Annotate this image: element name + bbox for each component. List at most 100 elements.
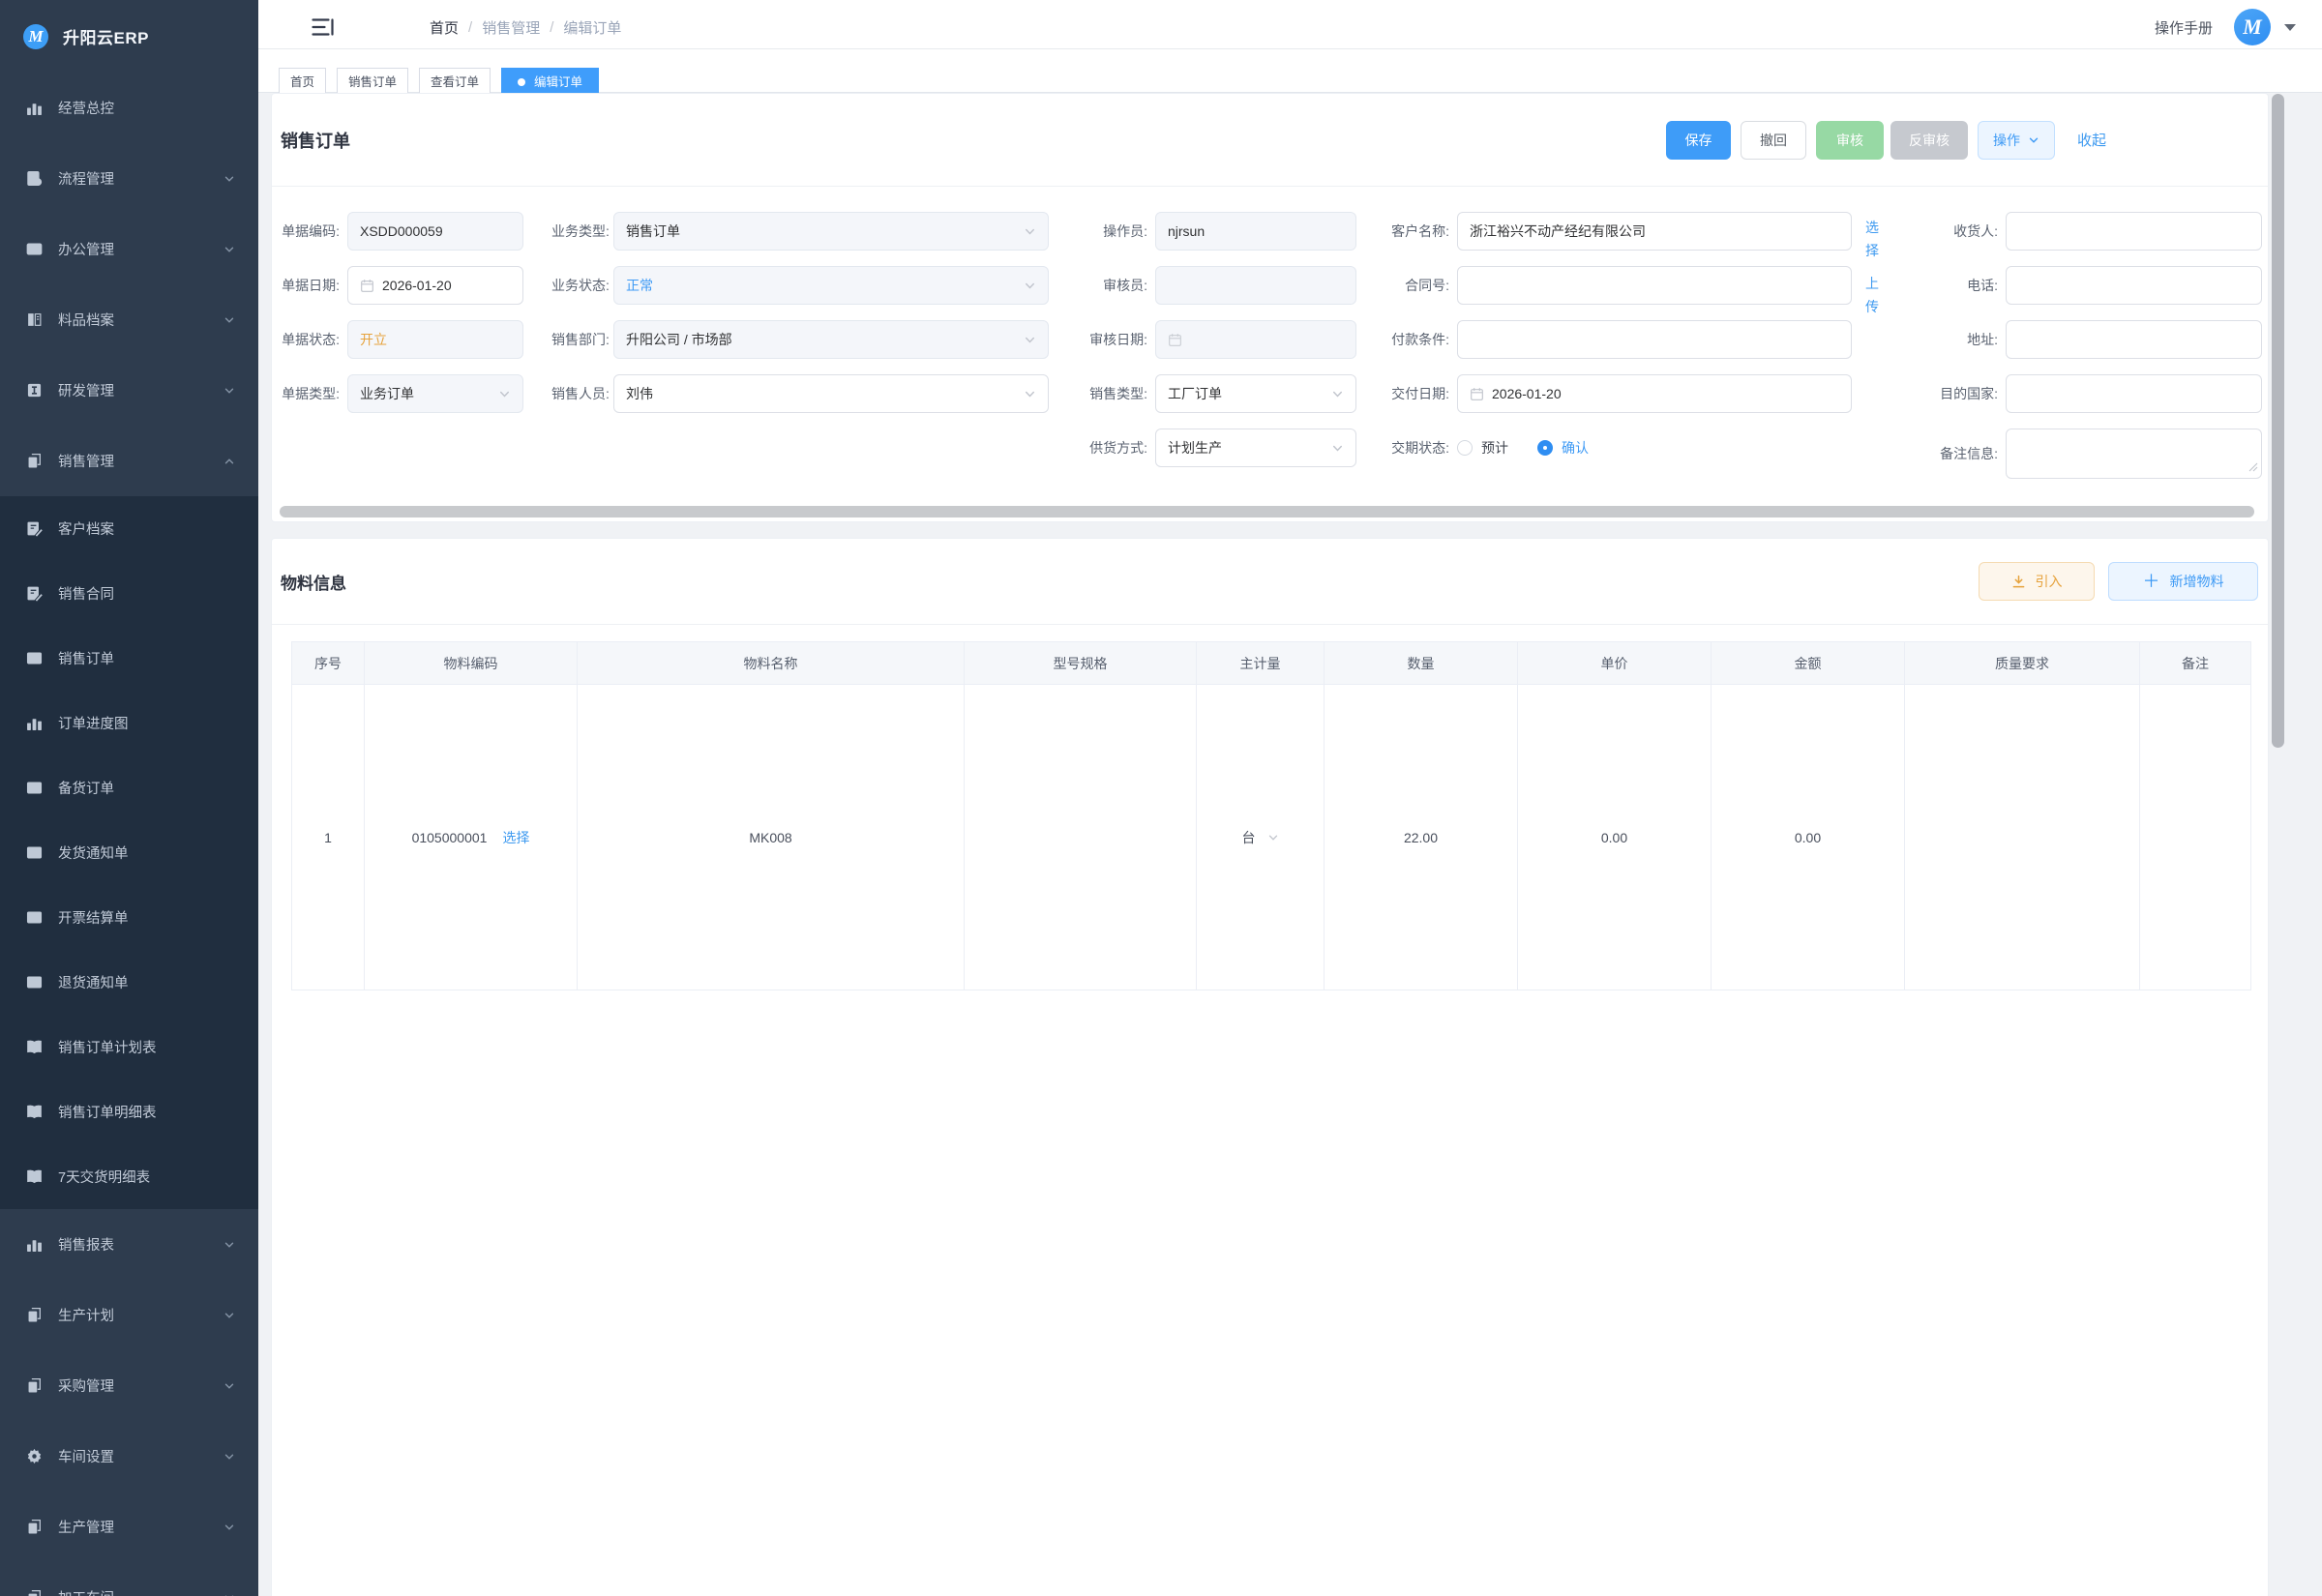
sidebar-item-14[interactable]: 销售订单计划表: [0, 1015, 258, 1079]
sidebar-item-5[interactable]: 销售管理: [0, 426, 258, 496]
field-label: 收货人:: [1920, 212, 2006, 251]
vertical-scrollbar[interactable]: [2272, 94, 2284, 748]
customer-select-link[interactable]: 选择: [1865, 216, 1881, 262]
sidebar-collapse-icon[interactable]: [312, 17, 335, 37]
app-logo[interactable]: M 升阳云ERP: [0, 0, 258, 73]
add-material-label: 新增物料: [2170, 572, 2224, 591]
sidebar-item-2[interactable]: 办公管理: [0, 214, 258, 284]
sidebar-item-13[interactable]: 退货通知单: [0, 950, 258, 1015]
doc-edit-icon: [26, 585, 43, 602]
sidebar-menu: 经营总控流程管理办公管理料品档案研发管理销售管理客户档案销售合同销售订单订单进度…: [0, 73, 258, 1596]
field-label: 单据状态:: [280, 320, 347, 359]
sidebar-item-17[interactable]: 销售报表: [0, 1209, 258, 1280]
import-button[interactable]: 引入: [1979, 562, 2095, 601]
column-header: 数量: [1325, 642, 1518, 685]
sidebar-item-15[interactable]: 销售订单明细表: [0, 1079, 258, 1144]
biz-type-value: 销售订单: [626, 222, 680, 241]
sidebar-item-label: 备货订单: [58, 778, 114, 798]
avatar[interactable]: M: [2234, 9, 2271, 45]
manual-link[interactable]: 操作手册: [2155, 17, 2213, 38]
delivery-status-radio-group: 预计 确认: [1457, 429, 1589, 467]
sidebar-item-1[interactable]: 流程管理: [0, 143, 258, 214]
radio-estimated[interactable]: 预计: [1457, 438, 1508, 458]
payment-terms-input[interactable]: [1457, 320, 1852, 359]
sidebar-item-22[interactable]: 加工车间: [0, 1562, 258, 1596]
add-material-button[interactable]: ＋ 新增物料: [2108, 562, 2258, 601]
sidebar-item-0[interactable]: 经营总控: [0, 73, 258, 143]
sidebar-item-label: 客户档案: [58, 518, 114, 539]
consignee-input[interactable]: [2006, 212, 2262, 251]
radio-label: 预计: [1481, 438, 1508, 458]
sidebar-item-label: 采购管理: [58, 1375, 114, 1396]
material-select-link[interactable]: 选择: [502, 828, 529, 847]
page: M 升阳云ERP 经营总控流程管理办公管理料品档案研发管理销售管理客户档案销售合…: [0, 0, 2322, 1596]
remark-textarea[interactable]: [2006, 429, 2262, 479]
quantity-value: 22.00: [1404, 830, 1438, 845]
field-label: 单据日期:: [280, 266, 347, 305]
field-label: 单据类型:: [280, 374, 347, 413]
bar-chart-icon: [26, 100, 43, 116]
radio-confirmed[interactable]: 确认: [1537, 438, 1589, 458]
sidebar-item-19[interactable]: 采购管理: [0, 1350, 258, 1421]
field-label: 付款条件:: [1389, 320, 1457, 359]
sidebar-item-4[interactable]: 研发管理: [0, 355, 258, 426]
audit-button[interactable]: 审核: [1816, 121, 1884, 160]
phone-input[interactable]: [2006, 266, 2262, 305]
customer-value: 浙江裕兴不动产经纪有限公司: [1470, 222, 1646, 241]
sales-type-value: 工厂订单: [1168, 384, 1222, 403]
collapse-link[interactable]: 收起: [2077, 130, 2106, 150]
breadcrumb: 首页 / 销售管理 / 编辑订单: [430, 17, 621, 38]
field-label: 目的国家:: [1920, 374, 2006, 413]
sidebar-item-7[interactable]: 销售合同: [0, 561, 258, 626]
chevron-down-icon: [1267, 832, 1279, 843]
sidebar-item-12[interactable]: 开票结算单: [0, 885, 258, 950]
sidebar-item-8[interactable]: 销售订单: [0, 626, 258, 691]
operate-dropdown-button[interactable]: 操作: [1978, 121, 2055, 160]
unit-select[interactable]: 台: [1197, 828, 1324, 847]
contract-no-input[interactable]: [1457, 266, 1852, 305]
save-button[interactable]: 保存: [1666, 121, 1731, 160]
biz-status-select: 正常: [613, 266, 1049, 305]
salesperson-select[interactable]: 刘伟: [613, 374, 1049, 413]
page-title: 销售订单: [281, 128, 350, 153]
field-label: 审核日期:: [1087, 320, 1155, 359]
sales-dept-select: 升阳公司 / 市场部: [613, 320, 1049, 359]
breadcrumb-page: 编辑订单: [563, 17, 621, 38]
table-cell: 1: [292, 685, 365, 990]
sidebar-item-9[interactable]: 订单进度图: [0, 691, 258, 755]
sidebar-item-label: 退货通知单: [58, 972, 129, 992]
table-icon: [26, 909, 43, 926]
customer-links: 选择 上传: [1865, 216, 1881, 318]
open-book-icon: [26, 1039, 43, 1055]
bill-date-input[interactable]: 2026-01-20: [347, 266, 523, 305]
sidebar-item-16[interactable]: 7天交货明细表: [0, 1144, 258, 1209]
chevron-down-icon: [223, 1239, 235, 1251]
breadcrumb-home[interactable]: 首页: [430, 17, 459, 38]
chevron-down-icon: [223, 173, 235, 185]
supply-mode-select[interactable]: 计划生产: [1155, 429, 1356, 467]
column-header: 单价: [1518, 642, 1712, 685]
sidebar-item-label: 生产计划: [58, 1305, 114, 1325]
user-dropdown-caret-icon[interactable]: [2284, 24, 2296, 31]
customer-input[interactable]: 浙江裕兴不动产经纪有限公司: [1457, 212, 1852, 251]
sidebar-item-6[interactable]: 客户档案: [0, 496, 258, 561]
sidebar-item-label: 开票结算单: [58, 907, 129, 928]
dest-country-input[interactable]: [2006, 374, 2262, 413]
revoke-button[interactable]: 撤回: [1741, 121, 1806, 160]
delivery-date-input[interactable]: 2026-01-20: [1457, 374, 1852, 413]
sidebar-item-10[interactable]: 备货订单: [0, 755, 258, 820]
sidebar-item-18[interactable]: 生产计划: [0, 1280, 258, 1350]
sidebar-item-21[interactable]: 生产管理: [0, 1492, 258, 1562]
sidebar-item-20[interactable]: 车间设置: [0, 1421, 258, 1492]
sidebar-item-11[interactable]: 发货通知单: [0, 820, 258, 885]
customer-upload-link[interactable]: 上传: [1865, 272, 1881, 318]
field-label: 操作员:: [1087, 212, 1155, 251]
sidebar-item-3[interactable]: 料品档案: [0, 284, 258, 355]
gear-icon: [26, 1448, 43, 1464]
column-header: 型号规格: [965, 642, 1197, 685]
tags-bar: 首页销售订单查看订单编辑订单: [258, 49, 2322, 93]
sales-type-select[interactable]: 工厂订单: [1155, 374, 1356, 413]
address-input[interactable]: [2006, 320, 2262, 359]
unaudit-button[interactable]: 反审核: [1890, 121, 1968, 160]
horizontal-scrollbar[interactable]: [280, 506, 2254, 517]
